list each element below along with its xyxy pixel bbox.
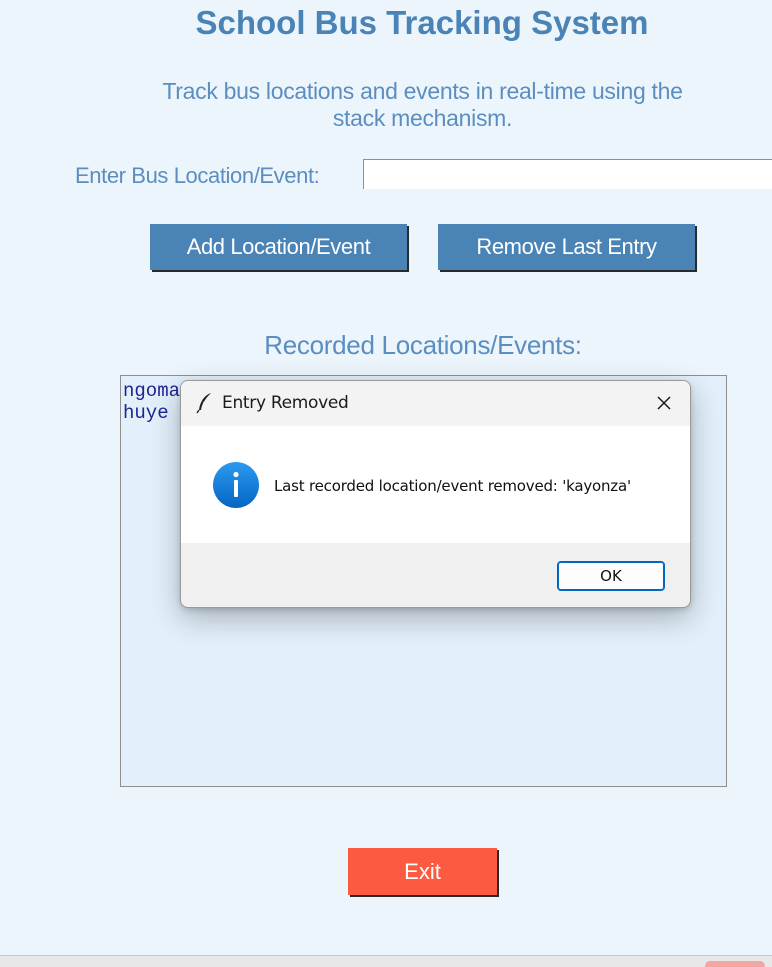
remove-last-entry-button[interactable]: Remove Last Entry	[438, 224, 695, 270]
ok-button[interactable]: OK	[557, 561, 665, 591]
close-icon[interactable]	[647, 387, 681, 419]
entry-removed-dialog: Entry Removed Last recorded location/eve…	[180, 380, 691, 608]
dialog-message: Last recorded location/event removed: 'k…	[274, 477, 631, 495]
feather-icon	[196, 393, 211, 414]
taskbar-widget	[705, 961, 765, 967]
dialog-body: Last recorded location/event removed: 'k…	[181, 426, 690, 543]
dialog-titlebar[interactable]: Entry Removed	[181, 381, 690, 426]
page-subtitle: Track bus locations and events in real-t…	[162, 78, 683, 131]
location-entry-label: Enter Bus Location/Event:	[75, 163, 320, 188]
location-entry-field[interactable]	[363, 159, 772, 189]
bottom-taskbar-edge	[0, 955, 772, 967]
info-icon	[213, 462, 259, 508]
add-location-button[interactable]: Add Location/Event	[150, 224, 407, 270]
page-title: School Bus Tracking System	[195, 4, 649, 41]
exit-button[interactable]: Exit	[348, 848, 497, 895]
main-window: School Bus Tracking System Track bus loc…	[0, 0, 772, 967]
recorded-list-heading: Recorded Locations/Events:	[264, 330, 582, 360]
dialog-title: Entry Removed	[222, 393, 349, 413]
